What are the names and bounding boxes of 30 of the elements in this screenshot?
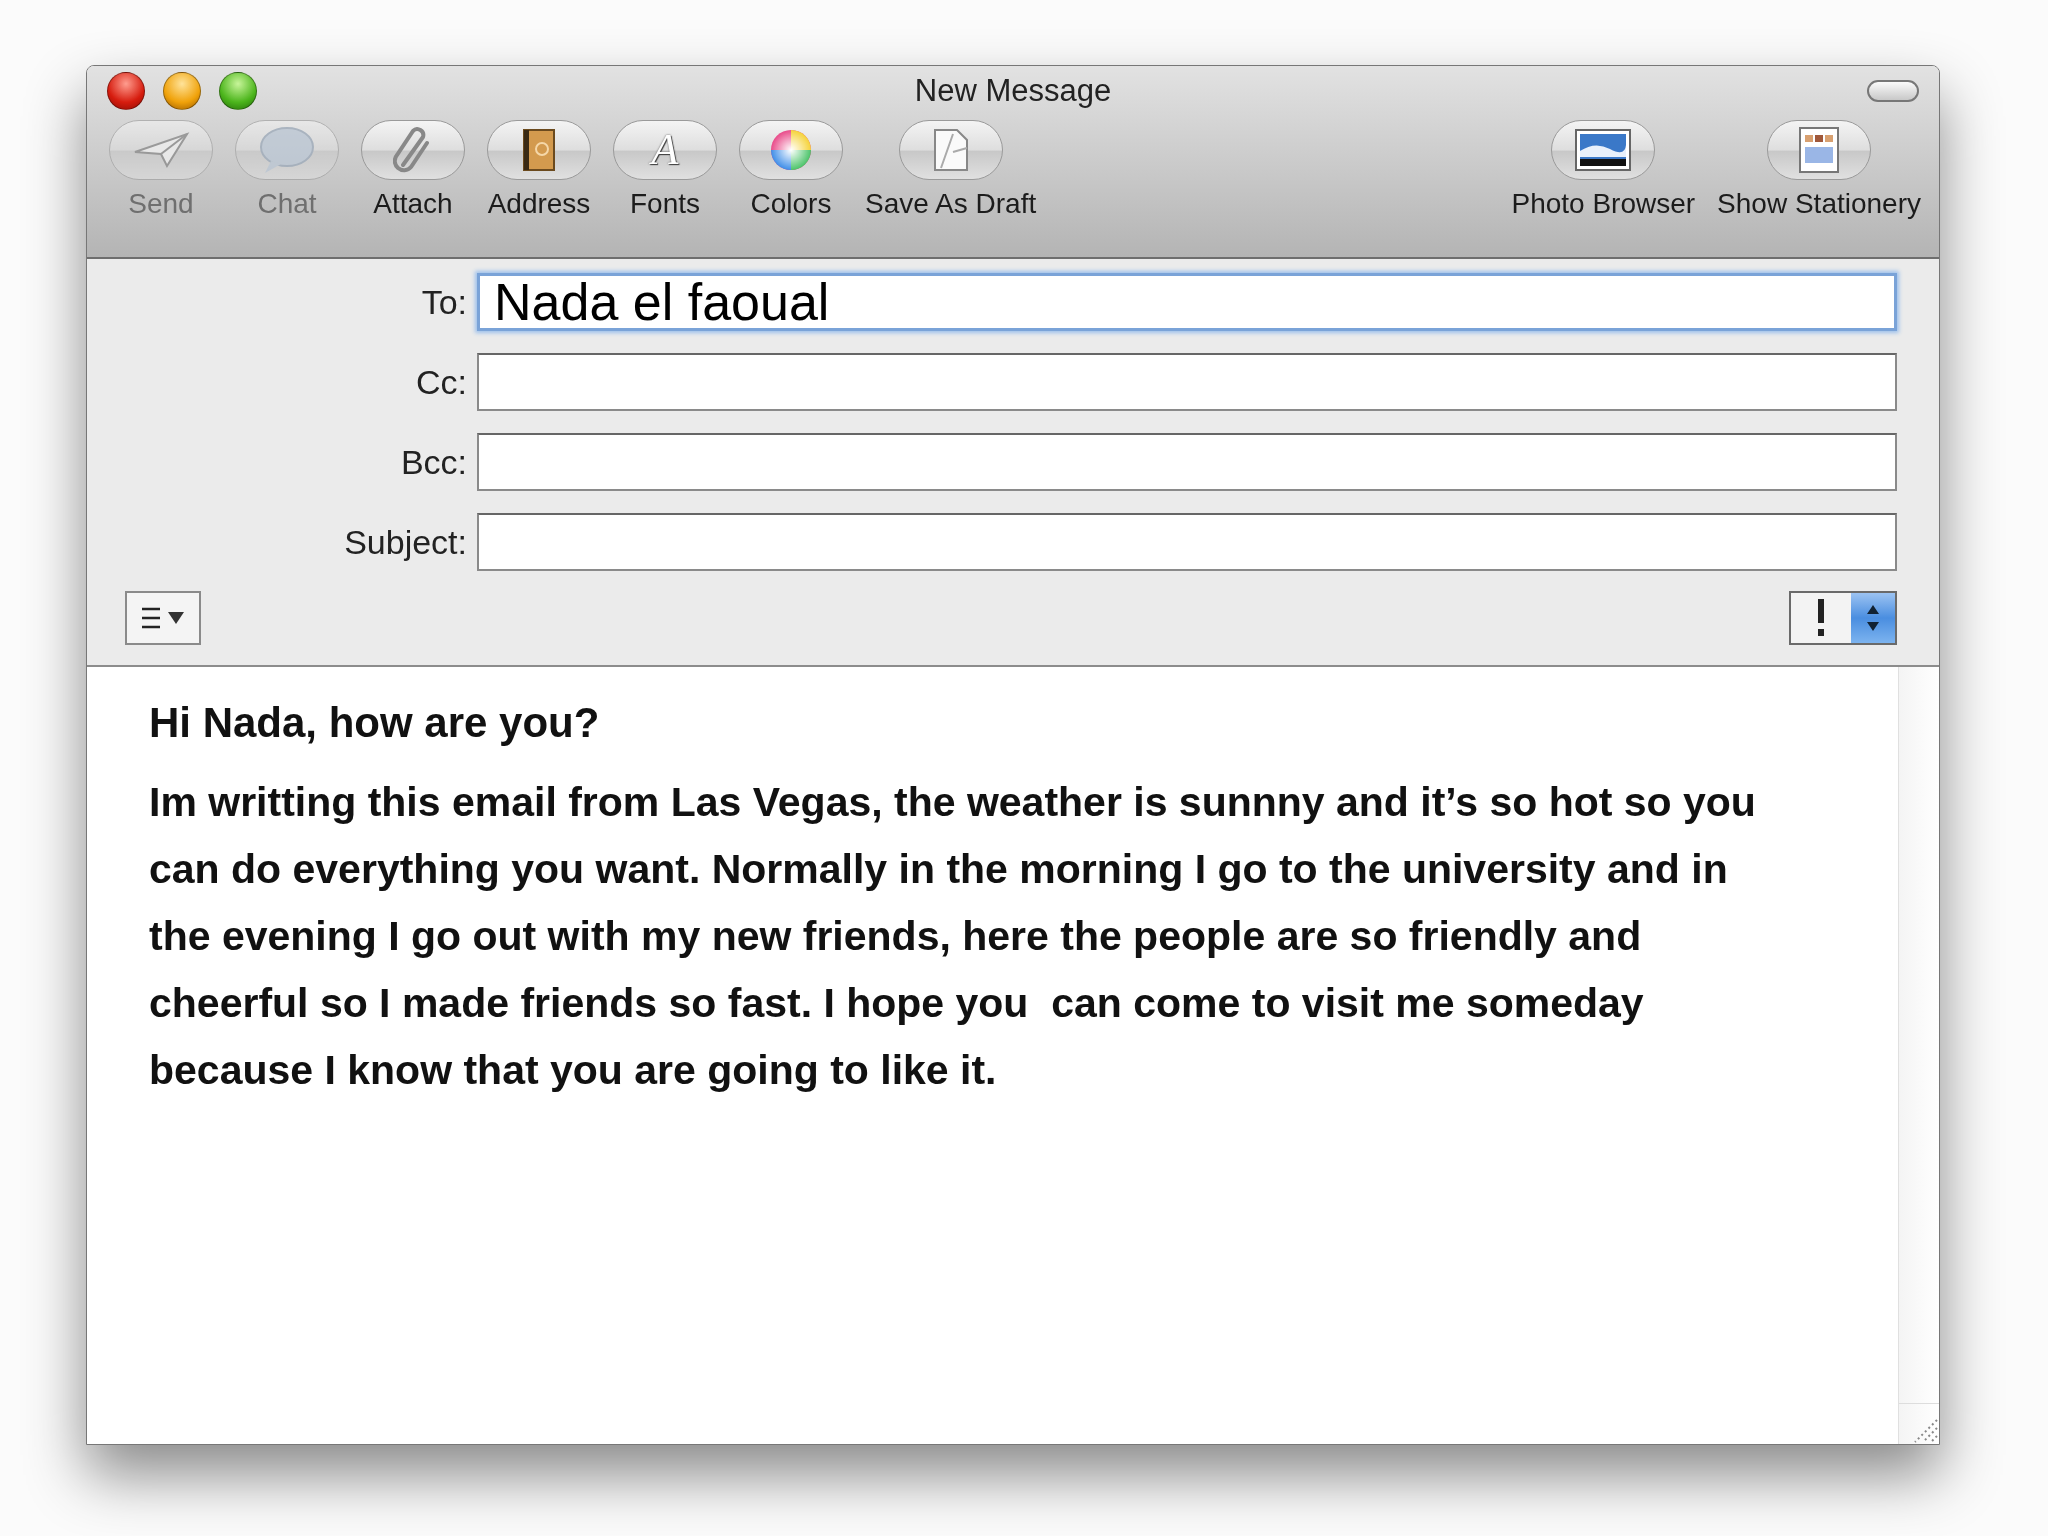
field-label: Subject:: [343, 522, 467, 562]
speech-bubble-icon: [257, 125, 317, 175]
toolbar-button[interactable]: Show Stationery: [1717, 120, 1921, 220]
format-menu-button[interactable]: [125, 591, 201, 645]
input-field[interactable]: [477, 353, 1897, 411]
color-wheel-icon: [769, 128, 813, 172]
input-field[interactable]: [477, 513, 1897, 571]
fonts-icon: A: [651, 128, 679, 172]
minimize-button[interactable]: [163, 72, 201, 110]
input-field[interactable]: [477, 433, 1897, 491]
address-book-icon: [522, 128, 556, 172]
landscape-photo-icon: [1575, 129, 1632, 171]
zoom-button[interactable]: [219, 72, 257, 110]
greeting-text: Hi Nada, how are you?: [149, 699, 601, 747]
field-label: To:: [420, 282, 467, 322]
message-paragraph: Im writting this email from Las Vegas, the weather is sunnny and it’s so hot so you can do everything you want. Normally in the morning I go to the university and in the evening I go out with my new friends, here the people are so friendly and cheerful so I made friends so fast. I hope you can come to visit me someday because I know that you are going to like it.: [149, 778, 1757, 1095]
window-title: New Message: [914, 73, 1112, 108]
document-icon: [932, 128, 969, 172]
field-label: Cc:: [415, 362, 467, 402]
priority-control[interactable]: [1789, 591, 1897, 645]
toolbar-button[interactable]: Save As Draft: [865, 120, 1037, 220]
toolbar-toggle-button[interactable]: [1867, 80, 1919, 102]
field-label: Bcc:: [399, 442, 467, 482]
list-icon: [140, 606, 186, 630]
stationery-icon: [1799, 127, 1840, 173]
stepper-arrows-icon: [1865, 603, 1881, 633]
toolbar-button[interactable]: Photo Browser: [1511, 120, 1696, 220]
exclamation-icon: [1816, 599, 1826, 637]
close-button[interactable]: [107, 72, 145, 110]
input-field[interactable]: Nada el faoual: [477, 273, 1897, 331]
